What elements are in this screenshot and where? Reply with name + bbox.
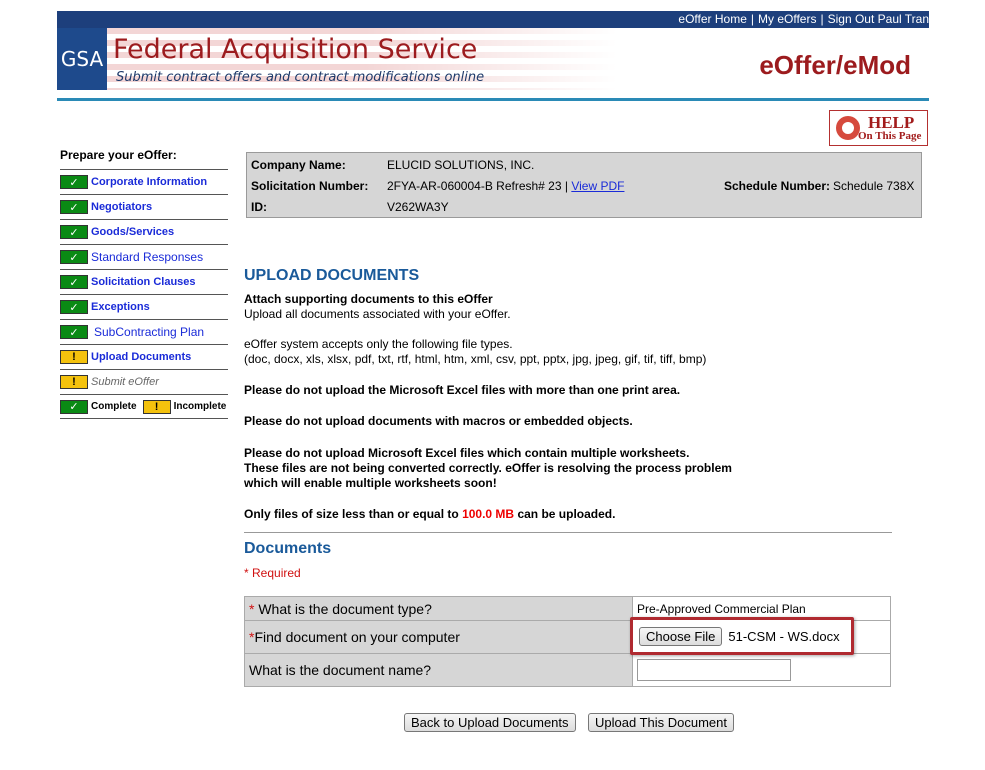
offer-info-box: Company Name: ELUCID SOLUTIONS, INC. Sol… bbox=[246, 152, 922, 218]
nav-separator: | bbox=[750, 12, 755, 26]
choose-file-button[interactable]: Choose File bbox=[639, 626, 723, 646]
solicitation-number-value: 2FYA-AR-060004-B Refresh# 23 | View PDF bbox=[387, 179, 624, 193]
company-name-value: ELUCID SOLUTIONS, INC. bbox=[387, 158, 535, 172]
find-doc-label: *Find document on your computer bbox=[244, 620, 633, 654]
selected-file-name: 51-CSM - WS.docx bbox=[728, 628, 840, 644]
check-icon: ✓ bbox=[60, 300, 88, 314]
life-ring-icon bbox=[836, 116, 860, 140]
sidebar-item-exceptions[interactable]: ✓ Exceptions bbox=[60, 295, 228, 320]
check-icon: ✓ bbox=[60, 250, 88, 264]
id-label: ID: bbox=[251, 200, 267, 214]
gsa-logo: GSA bbox=[57, 28, 107, 90]
warning-icon: ! bbox=[60, 350, 88, 364]
size-value: 100.0 MB bbox=[462, 507, 515, 521]
check-icon: ✓ bbox=[60, 225, 88, 239]
sidebar-link[interactable]: Negotiators bbox=[91, 201, 152, 213]
check-icon: ✓ bbox=[60, 399, 88, 414]
warning-worksheets-3: which will enable multiple worksheets so… bbox=[244, 476, 497, 490]
sidebar: Prepare your eOffer: ✓ Corporate Informa… bbox=[60, 148, 228, 419]
sidebar-item-submit-eoffer: ! Submit eOffer bbox=[60, 370, 228, 395]
header-divider bbox=[57, 98, 929, 101]
sign-out-link[interactable]: Sign Out Paul Tran bbox=[828, 12, 929, 26]
section-divider bbox=[244, 532, 892, 533]
sidebar-item-standard-responses[interactable]: ✓ Standard Responses bbox=[60, 245, 228, 270]
file-types-text: (doc, docx, xls, xlsx, pdf, txt, rtf, ht… bbox=[244, 352, 707, 366]
check-icon: ✓ bbox=[60, 325, 88, 339]
documents-heading: Documents bbox=[244, 540, 332, 557]
sidebar-item-solicitation-clauses[interactable]: ✓ Solicitation Clauses bbox=[60, 270, 228, 295]
size-suffix: can be uploaded. bbox=[517, 507, 616, 521]
attach-text: Attach supporting documents to this eOff… bbox=[244, 292, 493, 306]
sidebar-link[interactable]: Corporate Information bbox=[91, 176, 207, 188]
accepts-text: eOffer system accepts only the following… bbox=[244, 337, 513, 351]
app-name: eOffer/eMod bbox=[759, 50, 911, 80]
site-subtitle: Submit contract offers and contract modi… bbox=[116, 70, 485, 85]
company-name-label: Company Name: bbox=[251, 158, 346, 172]
schedule-number-label: Schedule Number: bbox=[724, 179, 831, 193]
sidebar-link[interactable]: Upload Documents bbox=[91, 351, 191, 363]
sidebar-link-disabled: Submit eOffer bbox=[91, 376, 159, 388]
sidebar-item-negotiators[interactable]: ✓ Negotiators bbox=[60, 195, 228, 220]
upload-all-text: Upload all documents associated with you… bbox=[244, 307, 511, 321]
sidebar-link[interactable]: SubContracting Plan bbox=[94, 325, 204, 339]
upload-this-document-button[interactable]: Upload This Document bbox=[588, 713, 734, 732]
warning-icon: ! bbox=[142, 399, 171, 414]
check-icon: ✓ bbox=[60, 200, 88, 214]
doc-type-label: * What is the document type? bbox=[244, 596, 633, 621]
help-sublabel: On This Page bbox=[858, 130, 922, 142]
site-title: Federal Acquisition Service bbox=[113, 34, 478, 65]
sidebar-link[interactable]: Standard Responses bbox=[91, 250, 203, 264]
upload-content: UPLOAD DOCUMENTS Attach supporting docum… bbox=[244, 266, 894, 522]
form-row-doc-name: What is the document name? bbox=[244, 653, 891, 687]
sidebar-link[interactable]: Exceptions bbox=[91, 301, 150, 313]
sidebar-link[interactable]: Goods/Services bbox=[91, 226, 174, 238]
document-name-input[interactable] bbox=[637, 659, 791, 681]
eoffer-home-link[interactable]: eOffer Home bbox=[678, 12, 746, 26]
check-icon: ✓ bbox=[60, 175, 88, 189]
size-limit-text: Only files of size less than or equal to… bbox=[244, 507, 894, 522]
sidebar-item-subcontracting-plan[interactable]: ✓ SubContracting Plan bbox=[60, 320, 228, 345]
help-button[interactable]: HELP On This Page bbox=[829, 110, 928, 146]
id-value: V262WA3Y bbox=[387, 200, 449, 214]
sidebar-title: Prepare your eOffer: bbox=[60, 148, 228, 170]
required-note: * Required bbox=[244, 566, 301, 580]
nav-separator: | bbox=[820, 12, 824, 26]
solicitation-number-text: 2FYA-AR-060004-B Refresh# 23 | bbox=[387, 179, 568, 193]
schedule-number-value: Schedule 738X bbox=[833, 179, 915, 193]
sidebar-link[interactable]: Solicitation Clauses bbox=[91, 276, 196, 288]
top-nav-bar: eOffer Home | My eOffers | Sign Out Paul Tra… bbox=[57, 11, 929, 28]
warning-print-area: Please do not upload the Microsoft Excel… bbox=[244, 383, 681, 397]
back-to-upload-documents-button[interactable]: Back to Upload Documents bbox=[404, 713, 576, 732]
warning-icon: ! bbox=[60, 375, 88, 389]
status-legend: ✓ Complete ! Incomplete bbox=[60, 395, 228, 419]
check-icon: ✓ bbox=[60, 275, 88, 289]
solicitation-number-label: Solicitation Number: bbox=[251, 179, 369, 193]
sidebar-item-goods-services[interactable]: ✓ Goods/Services bbox=[60, 220, 228, 245]
sidebar-item-upload-documents[interactable]: ! Upload Documents bbox=[60, 345, 228, 370]
size-prefix: Only files of size less than or equal to bbox=[244, 507, 459, 521]
header-banner: GSA Federal Acquisition Service Submit c… bbox=[57, 28, 929, 90]
view-pdf-link[interactable]: View PDF bbox=[571, 179, 624, 193]
warning-worksheets: Please do not upload Microsoft Excel fil… bbox=[244, 446, 690, 460]
file-picker-highlight: Choose File 51-CSM - WS.docx bbox=[630, 617, 854, 655]
my-eoffers-link[interactable]: My eOffers bbox=[758, 12, 816, 26]
warning-macros: Please do not upload documents with macr… bbox=[244, 414, 633, 428]
legend-complete: Complete bbox=[91, 401, 137, 412]
upload-heading: UPLOAD DOCUMENTS bbox=[244, 267, 420, 284]
doc-name-label: What is the document name? bbox=[244, 653, 633, 687]
legend-incomplete: Incomplete bbox=[173, 401, 227, 412]
doc-name-cell bbox=[632, 653, 891, 687]
warning-worksheets-2: These files are not being converted corr… bbox=[244, 461, 732, 475]
sidebar-item-corporate-information[interactable]: ✓ Corporate Information bbox=[60, 170, 228, 195]
